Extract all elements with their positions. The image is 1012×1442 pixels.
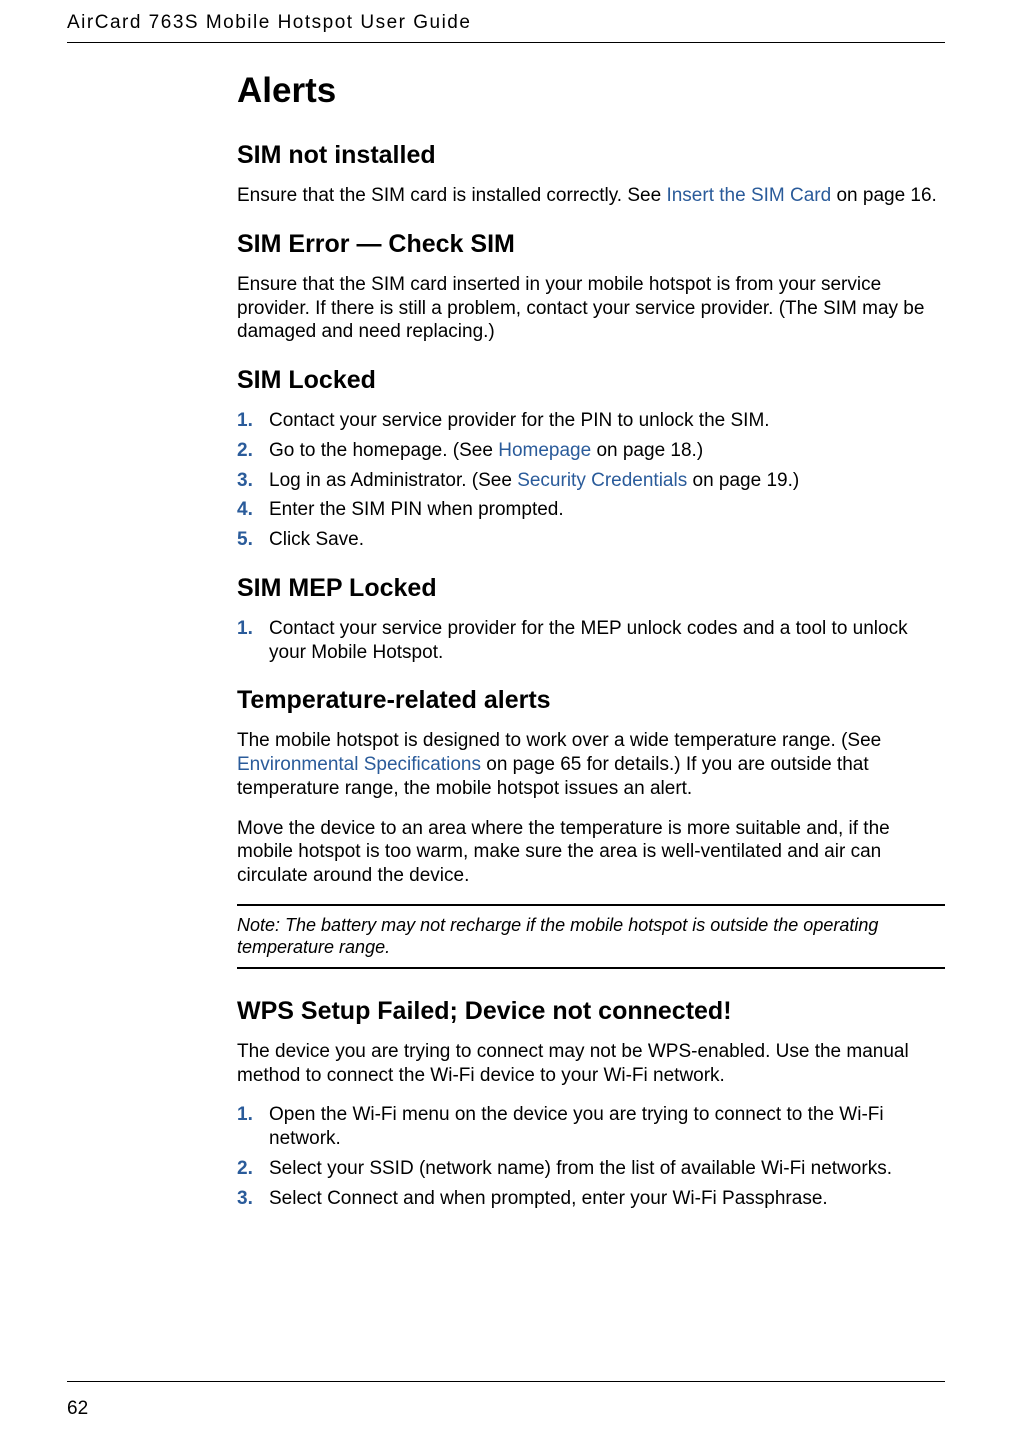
- text: on page 18.): [591, 440, 703, 461]
- paragraph: Ensure that the SIM card inserted in you…: [237, 273, 945, 344]
- text: Ensure that the SIM card is installed co…: [237, 185, 666, 206]
- ordered-list: Contact your service provider for the ME…: [237, 617, 945, 665]
- heading-temperature-alerts: Temperature-related alerts: [237, 686, 945, 715]
- list-item: Log in as Administrator. (See Security C…: [237, 469, 945, 493]
- list-item: Enter the SIM PIN when prompted.: [237, 498, 945, 522]
- list-item: Select your SSID (network name) from the…: [237, 1157, 945, 1181]
- text: Log in as Administrator. (See: [269, 470, 517, 491]
- link-environmental-specifications[interactable]: Environmental Specifications: [237, 754, 481, 775]
- link-homepage[interactable]: Homepage: [498, 440, 591, 461]
- text: on page 19.): [687, 470, 799, 491]
- ordered-list: Open the Wi-Fi menu on the device you ar…: [237, 1103, 945, 1210]
- list-item: Contact your service provider for the PI…: [237, 409, 945, 433]
- note-rule-top: [237, 904, 945, 906]
- text: The mobile hotspot is designed to work o…: [237, 730, 881, 751]
- list-item: Click Save.: [237, 528, 945, 552]
- text: on page 16.: [831, 185, 937, 206]
- list-item: Select Connect and when prompted, enter …: [237, 1187, 945, 1211]
- paragraph: The mobile hotspot is designed to work o…: [237, 729, 945, 800]
- paragraph: The device you are trying to connect may…: [237, 1040, 945, 1088]
- page-number: 62: [67, 1398, 88, 1420]
- page: AirCard 763S Mobile Hotspot User Guide A…: [0, 0, 1012, 1442]
- paragraph: Move the device to an area where the tem…: [237, 817, 945, 888]
- heading-wps-setup-failed: WPS Setup Failed; Device not connected!: [237, 997, 945, 1026]
- link-security-credentials[interactable]: Security Credentials: [517, 470, 687, 491]
- page-title: Alerts: [237, 71, 945, 111]
- link-insert-sim-card[interactable]: Insert the SIM Card: [666, 185, 831, 206]
- list-item: Contact your service provider for the ME…: [237, 617, 945, 665]
- heading-sim-not-installed: SIM not installed: [237, 141, 945, 170]
- content-area: Alerts SIM not installed Ensure that the…: [237, 43, 945, 1210]
- paragraph: Ensure that the SIM card is installed co…: [237, 184, 945, 208]
- heading-sim-error: SIM Error — Check SIM: [237, 230, 945, 259]
- footer-rule: [67, 1381, 945, 1382]
- list-item: Open the Wi-Fi menu on the device you ar…: [237, 1103, 945, 1151]
- list-item: Go to the homepage. (See Homepage on pag…: [237, 439, 945, 463]
- document-header-title: AirCard 763S Mobile Hotspot User Guide: [67, 12, 945, 42]
- note-rule-bottom: [237, 967, 945, 969]
- note-text: Note: The battery may not recharge if th…: [237, 914, 945, 959]
- text: Go to the homepage. (See: [269, 440, 498, 461]
- ordered-list: Contact your service provider for the PI…: [237, 409, 945, 552]
- heading-sim-mep-locked: SIM MEP Locked: [237, 574, 945, 603]
- heading-sim-locked: SIM Locked: [237, 366, 945, 395]
